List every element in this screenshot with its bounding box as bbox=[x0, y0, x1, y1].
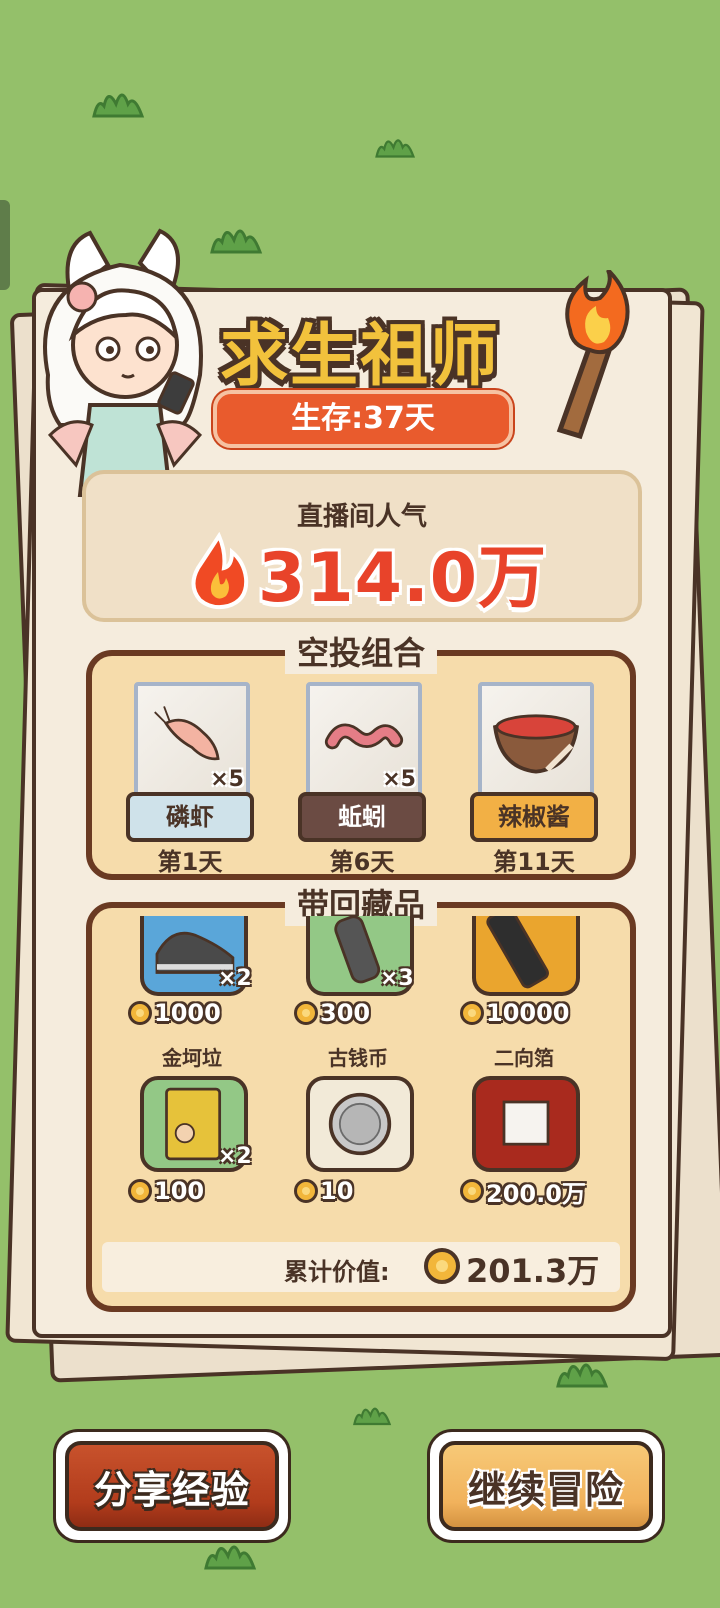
airdrop-item-quantity: ×5 bbox=[382, 767, 416, 792]
collection-section: 带回藏品 ×2 1000 ×3 300 10000 金坷垃 ×2 100 古钱币 bbox=[86, 880, 636, 1312]
survival-days-badge: 生存:37天 bbox=[213, 390, 513, 448]
price-value: 300 bbox=[320, 999, 371, 1027]
grass-decoration bbox=[350, 1396, 394, 1430]
collection-item[interactable]: 金坷垃 ×2 100 bbox=[128, 1042, 252, 1205]
airdrop-item[interactable]: ×5 磷虾 第1天 bbox=[126, 682, 254, 876]
continue-adventure-button[interactable]: 继续冒险 bbox=[430, 1432, 662, 1540]
airdrop-item-day: 第1天 bbox=[157, 848, 223, 876]
airdrop-item[interactable]: ×5 蚯蚓 第6天 bbox=[298, 682, 426, 876]
coin-icon bbox=[128, 1001, 152, 1025]
coin-icon bbox=[128, 1179, 152, 1203]
collection-item-price: 200.0万 bbox=[460, 1176, 586, 1208]
collection-item-name: 金坷垃 bbox=[162, 1046, 222, 1070]
price-value: 10 bbox=[320, 1177, 354, 1205]
ancient-coin-icon bbox=[306, 1076, 414, 1172]
share-experience-label: 分享经验 bbox=[65, 1441, 279, 1531]
coin-icon bbox=[460, 1179, 484, 1203]
grass-decoration bbox=[200, 1536, 260, 1570]
airdrop-item-name: 辣椒酱 bbox=[470, 792, 598, 842]
airdrop-section: 空投组合 ×5 磷虾 第1天 ×5 蚯蚓 第6天 辣椒酱 第11天 bbox=[86, 628, 636, 880]
airdrop-item-day: 第6天 bbox=[329, 848, 395, 876]
continue-adventure-label: 继续冒险 bbox=[439, 1441, 653, 1531]
airdrop-item-quantity: ×5 bbox=[210, 767, 244, 792]
chili-sauce-bowl-icon bbox=[478, 682, 594, 798]
collection-item-price: 1000 bbox=[128, 998, 221, 1028]
airdrop-item-day: 第11天 bbox=[493, 848, 575, 876]
price-value: 200.0万 bbox=[486, 1179, 586, 1208]
coin-icon bbox=[294, 1179, 318, 1203]
total-value-label: 累计价值: bbox=[284, 1258, 390, 1286]
share-experience-button[interactable]: 分享经验 bbox=[56, 1432, 288, 1540]
collection-item-price: 300 bbox=[294, 998, 370, 1028]
collection-item[interactable]: 古钱币 10 bbox=[294, 1042, 418, 1205]
airdrop-item-name: 蚯蚓 bbox=[298, 792, 426, 842]
collection-item-quantity: ×2 bbox=[218, 1144, 252, 1169]
airdrop-item[interactable]: 辣椒酱 第11天 bbox=[470, 682, 598, 876]
price-value: 1000 bbox=[154, 999, 221, 1027]
krill-icon: ×5 bbox=[134, 682, 250, 798]
phone-icon bbox=[472, 916, 580, 996]
collection-item-price: 10 bbox=[294, 1176, 353, 1206]
price-value: 100 bbox=[154, 1177, 205, 1205]
fire-icon bbox=[186, 531, 252, 610]
popularity-value: 314.0万 bbox=[258, 539, 548, 618]
page-title: 求生祖师 bbox=[219, 317, 500, 396]
grass-decoration bbox=[372, 128, 418, 162]
collection-item-price: 100 bbox=[128, 1176, 204, 1206]
torch-icon bbox=[530, 268, 640, 440]
worm-icon: ×5 bbox=[306, 682, 422, 798]
collection-item-price: 10000 bbox=[460, 998, 570, 1028]
airdrop-title: 空投组合 bbox=[284, 628, 438, 674]
collection-item[interactable]: 二向箔 200.0万 bbox=[460, 1042, 586, 1208]
airdrop-item-name: 磷虾 bbox=[126, 792, 254, 842]
collection-item-name: 二向箔 bbox=[494, 1046, 554, 1070]
price-value: 10000 bbox=[486, 999, 570, 1027]
collection-item-name: 古钱币 bbox=[328, 1046, 388, 1070]
coin-icon bbox=[460, 1001, 484, 1025]
dual-vector-foil-icon bbox=[472, 1076, 580, 1172]
coin-icon bbox=[424, 1248, 460, 1284]
grass-decoration bbox=[88, 84, 148, 118]
total-value-amount: 201.3万 bbox=[466, 1252, 600, 1290]
collection-item-quantity: ×2 bbox=[218, 966, 252, 991]
edge-tab bbox=[0, 200, 10, 290]
coin-icon bbox=[294, 1001, 318, 1025]
collection-item-quantity: ×3 bbox=[380, 966, 414, 991]
popularity-panel: 直播间人气 314.0万 bbox=[82, 470, 642, 622]
total-value-bar: 累计价值: 201.3万 bbox=[102, 1242, 620, 1292]
